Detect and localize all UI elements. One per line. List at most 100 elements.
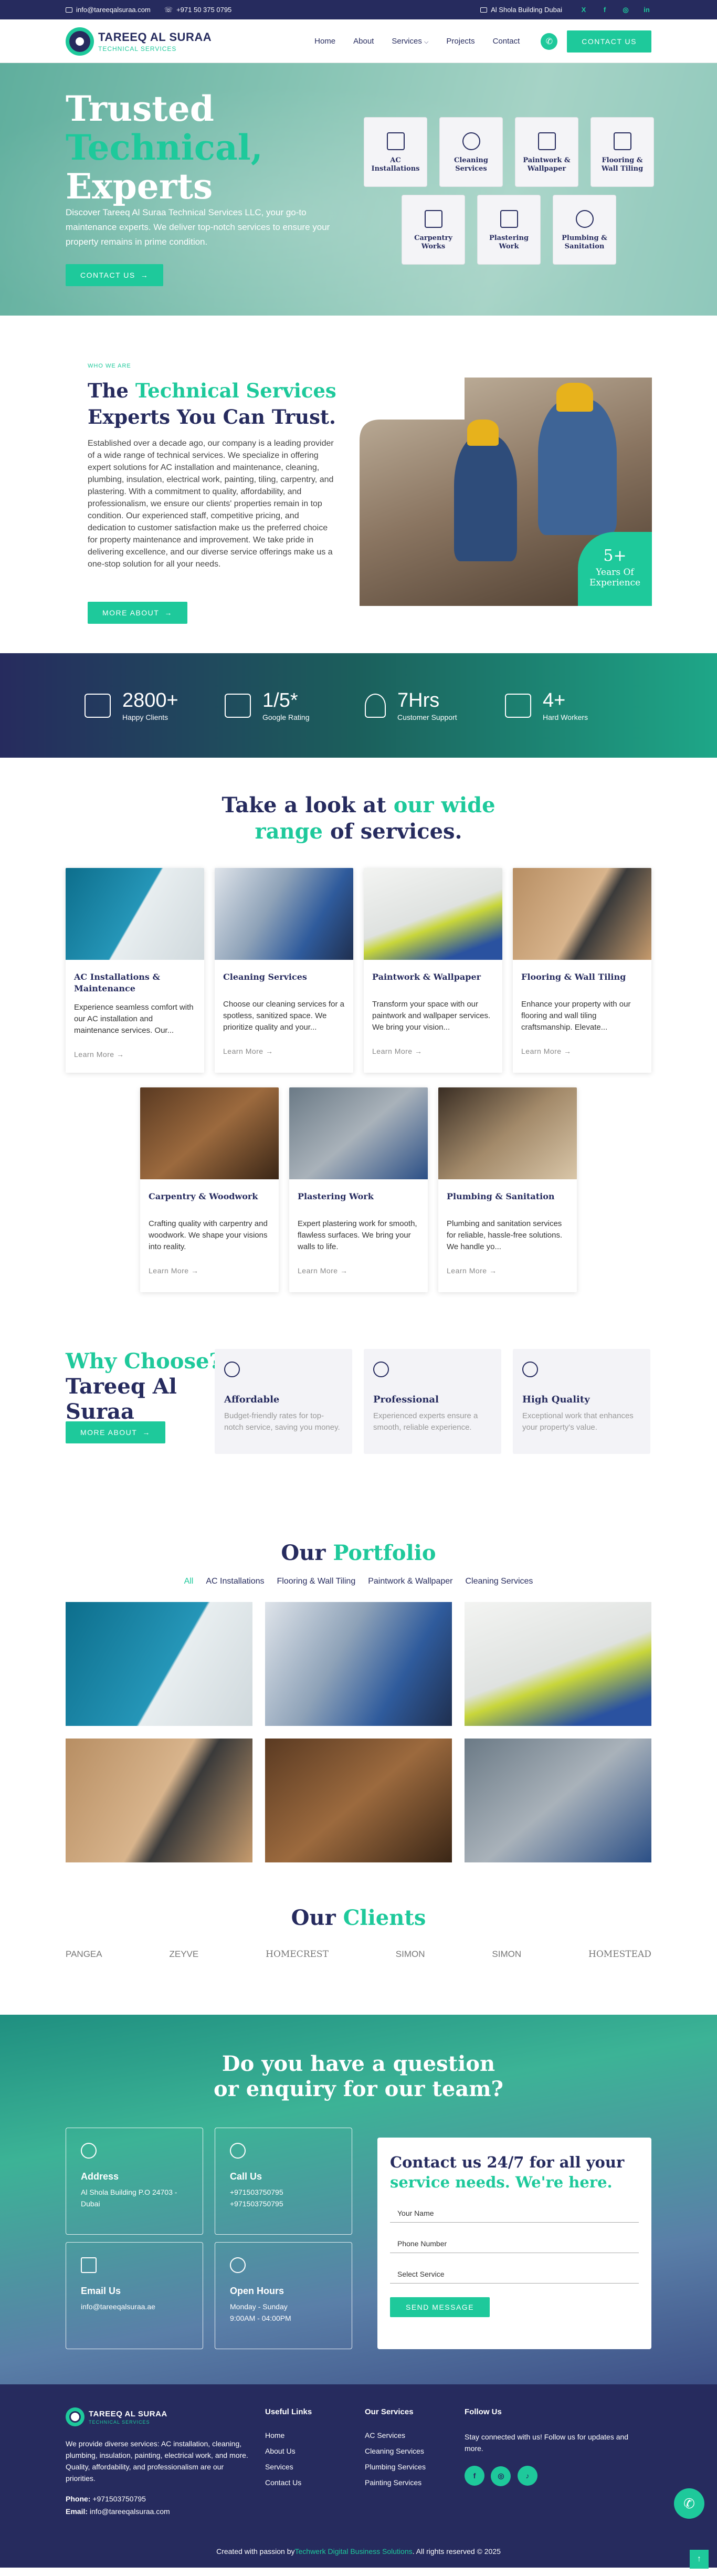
instagram-icon[interactable]: ◎ (491, 2466, 511, 2486)
footer-link-contact[interactable]: Contact Us (265, 2478, 312, 2487)
experience-badge: 5+ Years Of Experience (578, 532, 652, 606)
service-card-paint[interactable]: Paintwork & Wallpaper Transform your spa… (364, 868, 502, 1073)
arrow-right-icon: → (140, 271, 149, 279)
portfolio-item[interactable] (265, 1739, 452, 1862)
phone-link[interactable]: +971503750795 (230, 2188, 283, 2196)
tile-flooring[interactable]: Flooring & Wall Tiling (591, 117, 654, 187)
phone-field[interactable]: Phone Number (390, 2233, 639, 2253)
learn-more-link[interactable]: Learn More → (140, 1260, 279, 1275)
service-card-flooring[interactable]: Flooring & Wall Tiling Enhance your prop… (513, 868, 651, 1073)
whatsapp-icon[interactable]: ✆ (541, 33, 558, 50)
arrow-right-icon: → (164, 609, 173, 617)
phone-icon: ☏ (164, 5, 173, 14)
copyright: Created with passion by Techwerk Digital… (216, 2547, 501, 2556)
hours-box: Open Hours Monday - Sunday 9:00AM - 04:00P… (215, 2242, 352, 2349)
tab-cleaning[interactable]: Cleaning Services (465, 1577, 533, 1586)
tiktok-icon[interactable]: ♪ (517, 2466, 537, 2486)
tile-paint[interactable]: Paintwork & Wallpaper (515, 117, 578, 187)
tile-carpentry[interactable]: Carpentry Works (402, 195, 465, 265)
tile-cleaning[interactable]: Cleaning Services (439, 117, 503, 187)
learn-more-link[interactable]: Learn More → (215, 1041, 353, 1055)
portfolio-grid (66, 1602, 651, 1865)
topbar-email[interactable]: info@tareeqalsuraa.com (66, 6, 151, 14)
learn-more-link[interactable]: Learn More → (438, 1260, 577, 1275)
learn-more-link[interactable]: Learn More → (66, 1044, 204, 1059)
footer-logo[interactable]: TAREEQ AL SURAA TECHNICAL SERVICES (66, 2407, 255, 2426)
footer-service-painting[interactable]: Painting Services (365, 2478, 426, 2487)
footer-link-services[interactable]: Services (265, 2463, 312, 2471)
x-icon[interactable]: X (579, 5, 588, 15)
nav-home[interactable]: Home (314, 37, 335, 46)
portfolio-item[interactable] (66, 1602, 252, 1726)
nav-services[interactable]: Services ⌵ (392, 37, 428, 46)
tab-all[interactable]: All (184, 1577, 194, 1586)
nav-about[interactable]: About (353, 37, 374, 46)
logo[interactable]: TAREEQ AL SURAA TECHNICAL SERVICES (66, 27, 212, 56)
portfolio-item[interactable] (465, 1739, 651, 1862)
portfolio-tabs: All AC Installations Flooring & Wall Til… (0, 1577, 717, 1586)
about-title: The Technical Services Experts You Can T… (88, 379, 336, 428)
footer-service-cleaning[interactable]: Cleaning Services (365, 2447, 426, 2455)
why-more-button[interactable]: MORE ABOUT → (66, 1421, 165, 1443)
learn-more-link[interactable]: Learn More → (513, 1041, 651, 1055)
contact-us-button[interactable]: CONTACT US (567, 30, 651, 53)
service-card-carpentry[interactable]: Carpentry & Woodwork Crafting quality wi… (140, 1087, 279, 1292)
linkedin-icon[interactable]: in (642, 5, 651, 15)
tile-ac[interactable]: AC Installations (364, 117, 427, 187)
service-card-plastering[interactable]: Plastering Work Expert plastering work f… (289, 1087, 428, 1292)
service-card-plumbing[interactable]: Plumbing & Sanitation Plumbing and sanit… (438, 1087, 577, 1292)
arrow-right-icon: → (142, 1428, 151, 1437)
scroll-top-icon[interactable]: ↑ (690, 2550, 709, 2569)
client-logo: HOMECREST (266, 1949, 329, 1960)
saw-icon (424, 210, 442, 228)
trowel-icon (500, 210, 518, 228)
nav-contact[interactable]: Contact (493, 37, 520, 46)
service-select[interactable]: Select Service (390, 2264, 639, 2284)
facebook-icon[interactable]: f (465, 2466, 484, 2486)
nav-projects[interactable]: Projects (446, 37, 475, 46)
send-message-button[interactable]: SEND MESSAGE (390, 2297, 490, 2317)
worker-icon (373, 1362, 389, 1377)
call-box: Call Us +971503750795 +971503750795 (215, 2128, 352, 2235)
plastering-photo (289, 1087, 428, 1179)
tab-ac-installations[interactable]: AC Installations (206, 1577, 264, 1586)
footer-link-about[interactable]: About Us (265, 2447, 312, 2455)
email-box: Email Us info@tareeqalsuraa.ae (66, 2242, 203, 2349)
headset-icon (365, 693, 386, 718)
portfolio-item[interactable] (265, 1602, 452, 1726)
name-field[interactable]: Your Name (390, 2203, 639, 2223)
footer-service-plumbing[interactable]: Plumbing Services (365, 2463, 426, 2471)
footer-email[interactable]: info@tareeqalsuraa.com (90, 2507, 170, 2516)
service-card-ac[interactable]: AC Installations & Maintenance Experienc… (66, 868, 204, 1073)
portfolio-item[interactable] (66, 1739, 252, 1862)
service-card-cleaning[interactable]: Cleaning Services Choose our cleaning se… (215, 868, 353, 1073)
agency-link[interactable]: Techwerk Digital Business Solutions (295, 2547, 413, 2556)
portfolio-section: Our Portfolio All AC Installations Floor… (0, 1518, 717, 1896)
tile-plastering[interactable]: Plastering Work (477, 195, 541, 265)
about-section: WHO WE ARE The Technical Services Expert… (0, 316, 717, 653)
learn-more-link[interactable]: Learn More → (289, 1260, 428, 1275)
tab-paintwork[interactable]: Paintwork & Wallpaper (368, 1577, 452, 1586)
whatsapp-float-icon[interactable]: ✆ (674, 2488, 704, 2519)
hero-text: Discover Tareeq Al Suraa Technical Servi… (66, 207, 330, 247)
footer-link-home[interactable]: Home (265, 2431, 312, 2439)
form-title: Contact us 24/7 for all your service need… (390, 2153, 625, 2191)
learn-more-link[interactable]: Learn More → (364, 1041, 502, 1055)
instagram-icon[interactable]: ◎ (621, 5, 630, 15)
main-nav: Home About Services ⌵ Projects Contact (314, 37, 520, 46)
tab-flooring[interactable]: Flooring & Wall Tiling (277, 1577, 356, 1586)
thumbs-up-icon (225, 693, 251, 718)
tile-plumbing[interactable]: Plumbing & Sanitation (553, 195, 616, 265)
footer-service-ac[interactable]: AC Services (365, 2431, 426, 2439)
whatsapp-link[interactable]: +971503750795 (230, 2200, 283, 2208)
portfolio-item[interactable] (465, 1602, 651, 1726)
mail-icon (66, 7, 72, 13)
wallet-icon (224, 1362, 240, 1377)
topbar-phone[interactable]: ☏ +971 50 375 0795 (164, 6, 231, 14)
facebook-icon[interactable]: f (600, 5, 609, 15)
footer-phone[interactable]: +971503750795 (92, 2495, 146, 2503)
why-section: Why Choose? Tareeq Al Suraa MORE ABOUT → … (0, 1333, 717, 1518)
about-more-button[interactable]: MORE ABOUT → (88, 602, 187, 624)
hero-contact-button[interactable]: CONTACT US → (66, 264, 164, 286)
email-link[interactable]: info@tareeqalsuraa.ae (81, 2302, 155, 2311)
